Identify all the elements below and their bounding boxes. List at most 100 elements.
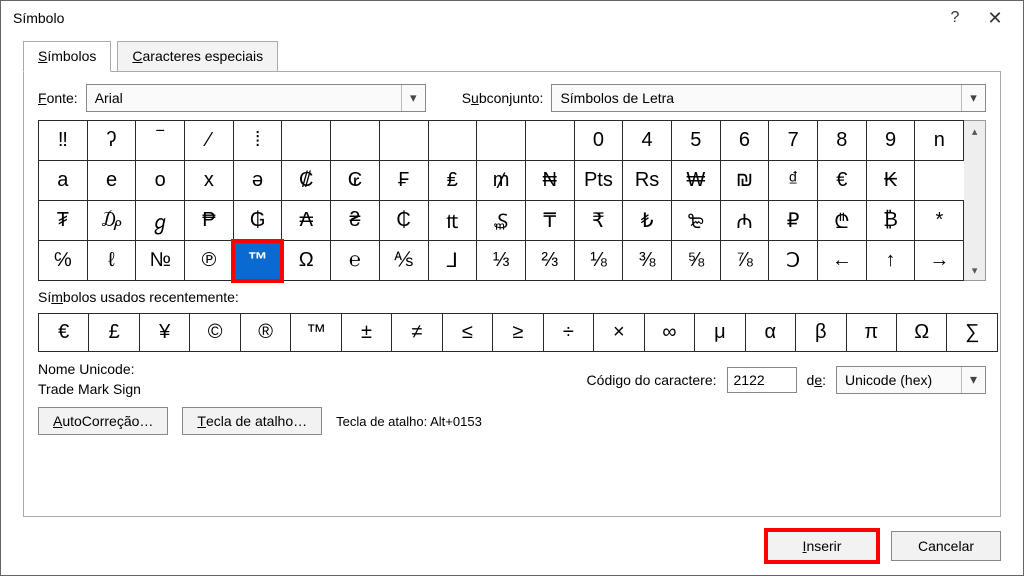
symbol-cell[interactable]: ⅜ xyxy=(623,241,672,281)
recent-symbol-cell[interactable]: π xyxy=(846,314,896,352)
recent-symbol-cell[interactable]: ≠ xyxy=(392,314,442,352)
symbol-cell[interactable]: Pts xyxy=(574,161,623,201)
tab-symbols[interactable]: Símbolos xyxy=(23,41,111,72)
symbol-cell[interactable]: 7 xyxy=(769,121,818,161)
recent-symbol-cell[interactable]: ¥ xyxy=(139,314,189,352)
symbol-cell[interactable]: ₩ xyxy=(671,161,720,201)
symbol-cell[interactable]: ₣ xyxy=(379,161,428,201)
recent-symbol-cell[interactable]: £ xyxy=(89,314,139,352)
symbol-cell[interactable]: 6 xyxy=(720,121,769,161)
recent-symbol-cell[interactable]: × xyxy=(594,314,644,352)
symbol-cell[interactable]: 9 xyxy=(866,121,915,161)
symbol-cell[interactable]: ₲ xyxy=(233,201,282,241)
symbol-cell[interactable]: ₭ xyxy=(866,161,915,201)
symbol-cell[interactable]: ⅍ xyxy=(379,241,428,281)
symbol-cell[interactable]: o xyxy=(136,161,185,201)
symbol-cell[interactable]: ₤ xyxy=(428,161,477,201)
insert-button[interactable]: Inserir xyxy=(767,531,877,561)
symbol-cell[interactable]: ₦ xyxy=(525,161,574,201)
symbol-cell[interactable]: ₪ xyxy=(720,161,769,201)
recent-symbol-cell[interactable]: ® xyxy=(240,314,290,352)
recent-symbol-cell[interactable]: β xyxy=(796,314,846,352)
symbol-cell[interactable]: ⅔ xyxy=(525,241,574,281)
from-select[interactable]: Unicode (hex) ▾ xyxy=(836,366,986,394)
symbol-cell[interactable]: ‾ xyxy=(136,121,185,161)
symbol-cell[interactable]: ₥ xyxy=(477,161,526,201)
recent-symbol-cell[interactable]: ≥ xyxy=(493,314,543,352)
cancel-button[interactable]: Cancelar xyxy=(891,531,1001,561)
symbol-cell[interactable]: ₵ xyxy=(379,201,428,241)
symbol-cell[interactable]: 4 xyxy=(623,121,672,161)
tab-special-chars[interactable]: Caracteres especiais xyxy=(117,41,278,72)
symbol-cell[interactable]: ⅓ xyxy=(477,241,526,281)
symbol-cell[interactable] xyxy=(379,121,428,161)
symbol-cell[interactable]: ™ xyxy=(233,241,282,281)
symbol-cell[interactable]: x xyxy=(185,161,234,201)
symbol-cell[interactable]: ₻ xyxy=(671,201,720,241)
symbol-cell[interactable]: ℓ xyxy=(87,241,136,281)
symbol-cell[interactable] xyxy=(477,121,526,161)
char-code-input[interactable]: 2122 xyxy=(727,367,797,393)
recent-symbol-cell[interactable]: ± xyxy=(341,314,391,352)
symbol-cell[interactable]: 5 xyxy=(671,121,720,161)
symbol-cell[interactable]: Rs xyxy=(623,161,672,201)
symbol-cell[interactable]: ₷ xyxy=(477,201,526,241)
symbol-cell[interactable]: ₮ xyxy=(39,201,88,241)
symbol-cell[interactable]: ℮ xyxy=(331,241,380,281)
symbol-cell[interactable]: ℗ xyxy=(185,241,234,281)
symbol-cell[interactable]: ℊ xyxy=(136,201,185,241)
symbol-cell[interactable]: ₽ xyxy=(769,201,818,241)
symbol-cell[interactable]: ⅃ xyxy=(428,241,477,281)
symbol-cell[interactable]: ₹ xyxy=(574,201,623,241)
symbol-cell[interactable]: ₳ xyxy=(282,201,331,241)
recent-symbol-cell[interactable]: ÷ xyxy=(543,314,593,352)
symbol-cell[interactable] xyxy=(282,121,331,161)
scroll-down-icon[interactable]: ▾ xyxy=(964,260,985,280)
grid-scrollbar[interactable]: ▴ ▾ xyxy=(964,120,986,281)
symbol-cell[interactable]: ⅞ xyxy=(720,241,769,281)
symbol-cell[interactable] xyxy=(525,121,574,161)
symbol-cell[interactable]: ⁄ xyxy=(185,121,234,161)
autocorrect-button[interactable]: AutoCorreção… xyxy=(38,407,168,435)
symbol-cell[interactable]: 0 xyxy=(574,121,623,161)
symbol-cell[interactable]: ⁞ xyxy=(233,121,282,161)
symbol-cell[interactable]: ← xyxy=(818,241,867,281)
shortcut-key-button[interactable]: Tecla de atalho… xyxy=(182,407,322,435)
recent-symbol-cell[interactable]: € xyxy=(39,314,89,352)
recent-symbol-cell[interactable]: μ xyxy=(695,314,745,352)
symbol-cell[interactable] xyxy=(331,121,380,161)
recent-symbol-cell[interactable]: α xyxy=(745,314,795,352)
scroll-up-icon[interactable]: ▴ xyxy=(964,121,985,141)
symbol-cell[interactable]: ‼ xyxy=(39,121,88,161)
symbol-cell[interactable]: ₡ xyxy=(282,161,331,201)
symbol-cell[interactable]: a xyxy=(39,161,88,201)
symbol-cell[interactable]: ₼ xyxy=(720,201,769,241)
font-select[interactable]: Arial ▾ xyxy=(86,84,426,112)
subset-select[interactable]: Símbolos de Letra ▾ xyxy=(551,84,986,112)
symbol-cell[interactable]: € xyxy=(818,161,867,201)
recent-symbol-cell[interactable]: ≤ xyxy=(442,314,492,352)
recent-symbol-cell[interactable]: ∑ xyxy=(947,314,998,352)
recent-symbol-cell[interactable]: © xyxy=(190,314,240,352)
recent-symbols[interactable]: €£¥©®™±≠≤≥÷×∞μαβπΩ∑ xyxy=(38,313,998,352)
symbol-cell[interactable]: ʔ xyxy=(87,121,136,161)
recent-symbol-cell[interactable]: ™ xyxy=(291,314,341,352)
symbol-cell[interactable]: ₴ xyxy=(331,201,380,241)
symbol-cell[interactable]: ⅝ xyxy=(671,241,720,281)
symbol-cell[interactable]: ₢ xyxy=(331,161,380,201)
symbol-cell[interactable]: * xyxy=(915,201,964,241)
close-button[interactable]: ✕ xyxy=(975,4,1015,32)
symbol-cell[interactable]: ₯ xyxy=(87,201,136,241)
symbol-cell[interactable]: ↑ xyxy=(866,241,915,281)
symbol-cell[interactable]: ₿ xyxy=(866,201,915,241)
symbol-cell[interactable]: ₫ xyxy=(769,161,818,201)
symbol-grid[interactable]: ‼ʔ‾⁄⁞0456789naeoxə₡₢₣₤₥₦PtsRs₩₪₫€₭₮₯ℊ₱₲₳… xyxy=(38,120,964,281)
symbol-cell[interactable]: ₾ xyxy=(818,201,867,241)
symbol-cell[interactable] xyxy=(428,121,477,161)
symbol-cell[interactable]: e xyxy=(87,161,136,201)
symbol-cell[interactable]: n xyxy=(915,121,964,161)
symbol-cell[interactable]: ₱ xyxy=(185,201,234,241)
symbol-cell[interactable]: № xyxy=(136,241,185,281)
symbol-cell[interactable]: Ↄ xyxy=(769,241,818,281)
symbol-cell[interactable]: → xyxy=(915,241,964,281)
